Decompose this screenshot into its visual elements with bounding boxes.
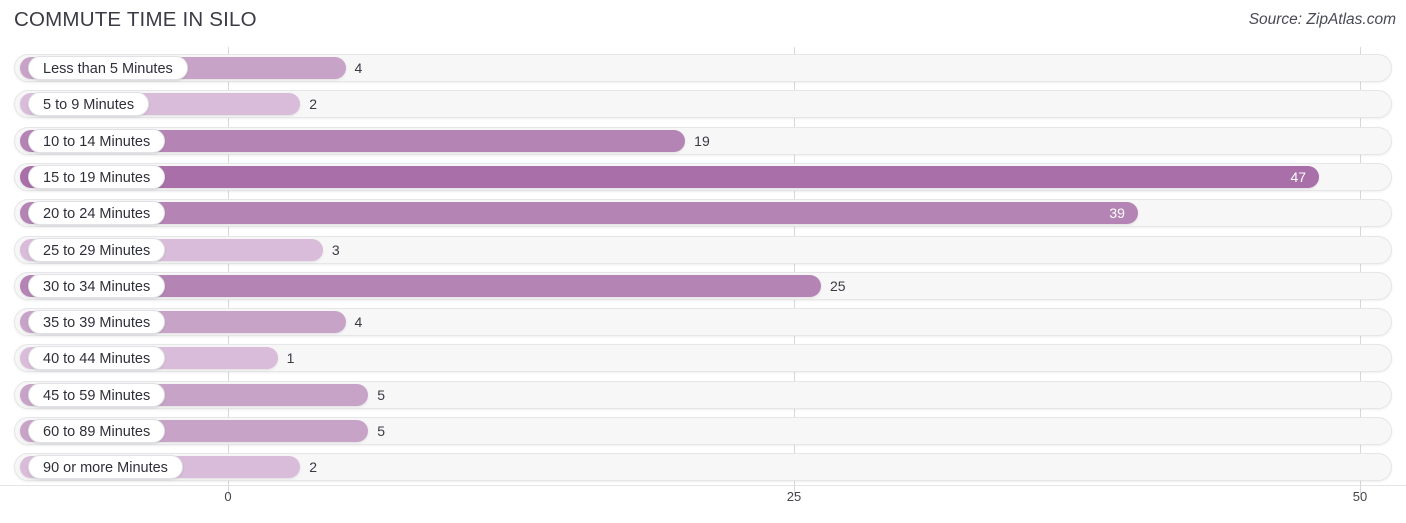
plot-area: 4 Less than 5 Minutes 2 5 to 9 Minutes 19 10 … xyxy=(0,47,1406,485)
category-label: 30 to 34 Minutes xyxy=(28,273,166,298)
bar-row[interactable]: 4 Less than 5 Minutes xyxy=(14,54,1392,82)
bar-value-label: 1 xyxy=(286,350,295,367)
chart-root: COMMUTE TIME IN SILO Source: ZipAtlas.co… xyxy=(0,0,1406,523)
category-label: 5 to 9 Minutes xyxy=(28,92,150,117)
bar-row[interactable]: 2 90 or more Minutes xyxy=(14,453,1392,482)
axis-tick-label: 25 xyxy=(786,489,802,504)
category-label: 45 to 59 Minutes xyxy=(28,382,166,407)
bar-rows: 4 Less than 5 Minutes 2 5 to 9 Minutes 19 10 … xyxy=(0,47,1406,485)
bar-value-label: 39 xyxy=(1109,205,1125,222)
bar-value-label: 5 xyxy=(377,423,385,439)
bar-row[interactable]: 47 15 to 19 Minutes xyxy=(14,162,1392,191)
page-title: COMMUTE TIME IN SILO xyxy=(14,8,257,31)
bar-row[interactable]: 19 10 to 14 Minutes xyxy=(14,126,1392,155)
bar-row[interactable]: 4 35 to 39 Minutes xyxy=(14,308,1392,337)
bar-row[interactable]: 2 5 to 9 Minutes xyxy=(14,90,1392,119)
bar-value-label: 5 xyxy=(377,386,385,403)
bar[interactable]: 39 xyxy=(20,202,1138,225)
bar-row[interactable]: 39 20 to 24 Minutes xyxy=(14,199,1392,228)
bar-value-label: 4 xyxy=(354,60,363,76)
category-label: Less than 5 Minutes xyxy=(28,56,188,80)
category-label: 35 to 39 Minutes xyxy=(28,310,166,335)
bar-row[interactable]: 5 45 to 59 Minutes xyxy=(14,380,1392,409)
bar-value-label: 47 xyxy=(1290,168,1307,185)
bar-value-label: 25 xyxy=(830,277,846,294)
bar-value-label: 3 xyxy=(331,241,340,258)
category-label: 60 to 89 Minutes xyxy=(28,419,166,443)
category-label: 10 to 14 Minutes xyxy=(28,128,166,153)
bar-value-label: 2 xyxy=(309,459,318,476)
source-attribution: Source: ZipAtlas.com xyxy=(1248,11,1396,28)
axis-tick-label: 0 xyxy=(224,489,232,504)
category-label: 20 to 24 Minutes xyxy=(28,201,166,226)
bar-value-label: 19 xyxy=(694,132,710,149)
axis-line xyxy=(0,485,1406,486)
x-axis: 0 25 50 xyxy=(0,485,1406,523)
category-label: 40 to 44 Minutes xyxy=(28,346,166,371)
bar[interactable]: 47 xyxy=(20,165,1320,188)
category-label: 25 to 29 Minutes xyxy=(28,237,166,262)
category-label: 90 or more Minutes xyxy=(28,455,183,480)
bar-row[interactable]: 3 25 to 29 Minutes xyxy=(14,235,1392,264)
bar-row[interactable]: 1 40 to 44 Minutes xyxy=(14,344,1392,373)
category-label: 15 to 19 Minutes xyxy=(28,164,166,189)
bar-row[interactable]: 25 30 to 34 Minutes xyxy=(14,271,1392,300)
axis-tick-label: 50 xyxy=(1352,489,1368,504)
bar-row[interactable]: 5 60 to 89 Minutes xyxy=(14,417,1392,445)
chart-header: COMMUTE TIME IN SILO Source: ZipAtlas.co… xyxy=(0,0,1406,44)
bar-value-label: 2 xyxy=(309,96,318,113)
bar-value-label: 4 xyxy=(354,314,363,331)
